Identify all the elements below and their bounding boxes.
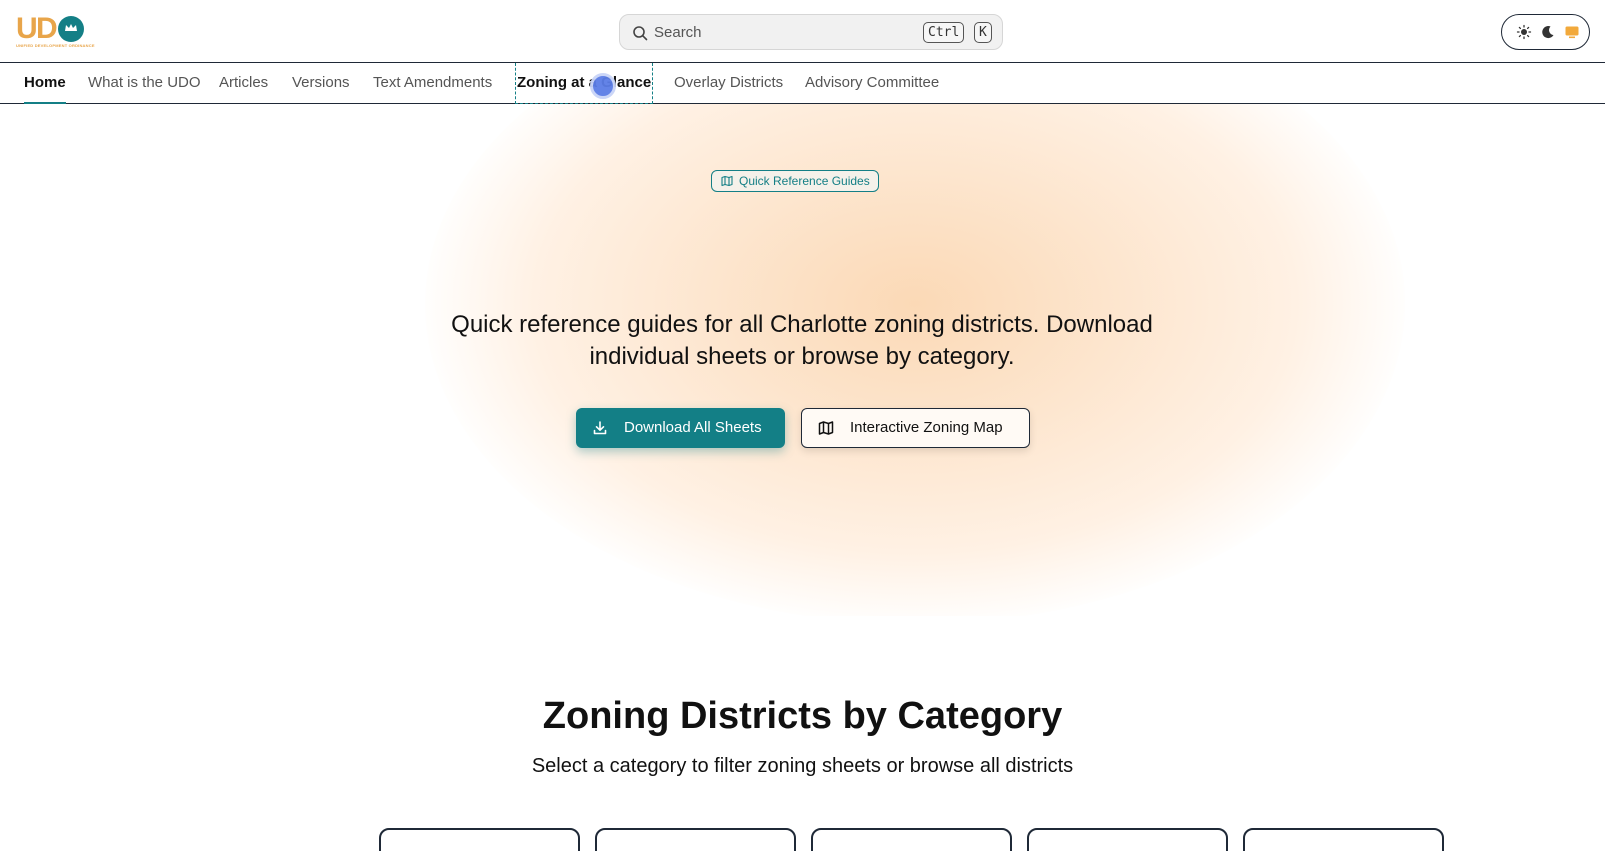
hero-description: Quick reference guides for all Charlotte… xyxy=(451,311,1153,370)
download-all-sheets-button[interactable]: Download All Sheets xyxy=(576,408,785,448)
shortcut-key-ctrl: Ctrl xyxy=(923,22,965,43)
nav-zoning-at-a-glance[interactable]: Zoning at a Glance xyxy=(515,63,654,104)
nav-articles[interactable]: Articles xyxy=(219,63,268,104)
download-all-sheets-label: Download All Sheets xyxy=(624,419,762,436)
mouse-cursor-indicator xyxy=(590,73,616,99)
badge-label: Quick Reference Guides xyxy=(739,174,870,188)
category-card[interactable] xyxy=(1243,828,1444,851)
interactive-zoning-map-label: Interactive Zoning Map xyxy=(850,419,1003,436)
quick-reference-badge: Quick Reference Guides xyxy=(711,170,879,192)
section-title: Zoning Districts by Category xyxy=(542,695,1063,737)
theme-toggle xyxy=(1501,14,1590,50)
hero-section: Quick Reference Guides Quick reference g… xyxy=(0,104,1605,616)
search-placeholder: Search xyxy=(654,24,702,41)
section-subtitle: Select a category to filter zoning sheet… xyxy=(531,755,1074,777)
nav-text-amendments[interactable]: Text Amendments xyxy=(373,63,492,104)
dark-icon[interactable] xyxy=(1540,24,1556,40)
search-bar[interactable]: Search Ctrl K xyxy=(619,14,1003,50)
shortcut-key-k: K xyxy=(974,22,992,43)
system-icon[interactable] xyxy=(1564,24,1580,40)
nav-what-is-udo[interactable]: What is the UDO xyxy=(88,63,201,104)
category-card[interactable] xyxy=(811,828,1012,851)
map-icon xyxy=(818,421,834,435)
category-card[interactable] xyxy=(1027,828,1228,851)
crown-icon xyxy=(65,24,77,31)
nav-advisory-committee[interactable]: Advisory Committee xyxy=(805,63,939,104)
light-icon[interactable] xyxy=(1516,24,1532,40)
interactive-zoning-map-button[interactable]: Interactive Zoning Map xyxy=(801,408,1030,448)
site-header: U D UNIFIED DEVELOPMENT ORDINANCE Search… xyxy=(0,0,1605,63)
nav-versions[interactable]: Versions xyxy=(292,63,350,104)
category-card[interactable] xyxy=(595,828,796,851)
search-icon xyxy=(633,26,648,41)
udo-logo[interactable]: U D UNIFIED DEVELOPMENT ORDINANCE xyxy=(16,14,95,49)
nav-overlay-districts[interactable]: Overlay Districts xyxy=(674,63,783,104)
download-icon xyxy=(593,421,607,435)
main-nav: Home What is the UDO Articles Versions T… xyxy=(0,63,1605,104)
nav-home[interactable]: Home xyxy=(24,63,66,104)
logo-tagline: UNIFIED DEVELOPMENT ORDINANCE xyxy=(16,43,95,48)
map-icon xyxy=(721,175,733,187)
category-card[interactable] xyxy=(379,828,580,851)
